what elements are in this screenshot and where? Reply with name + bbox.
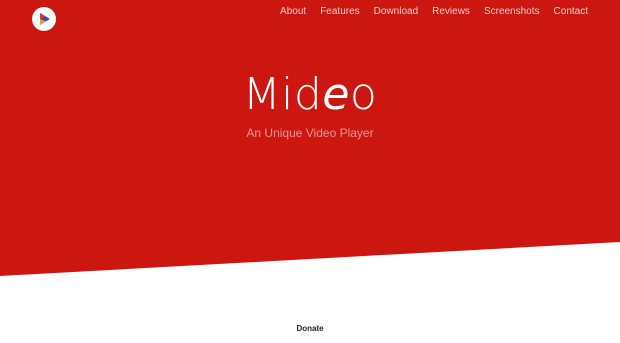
brand-title-prefix: Mid bbox=[242, 69, 323, 120]
play-triangle-logo-icon bbox=[33, 8, 55, 30]
hero-section bbox=[0, 0, 620, 343]
nav-contact[interactable]: Contact bbox=[547, 6, 588, 18]
nav-about[interactable]: About bbox=[273, 6, 313, 18]
page: About Features Download Reviews Screensh… bbox=[0, 0, 620, 343]
nav-reviews[interactable]: Reviews bbox=[425, 6, 477, 18]
tagline: An Unique Video Player bbox=[246, 126, 374, 140]
brand-title-suffix: o bbox=[349, 69, 378, 120]
nav-screenshots[interactable]: Screenshots bbox=[477, 6, 547, 18]
top-navigation: About Features Download Reviews Screensh… bbox=[273, 6, 588, 18]
brand-title: Mideo bbox=[0, 70, 620, 120]
brand-title-accent: e bbox=[322, 69, 350, 120]
hero-background bbox=[0, 0, 620, 276]
nav-features[interactable]: Features bbox=[313, 6, 366, 18]
nav-download[interactable]: Download bbox=[367, 6, 425, 18]
site-logo[interactable] bbox=[32, 7, 56, 31]
donate-link[interactable]: Donate bbox=[0, 324, 620, 333]
